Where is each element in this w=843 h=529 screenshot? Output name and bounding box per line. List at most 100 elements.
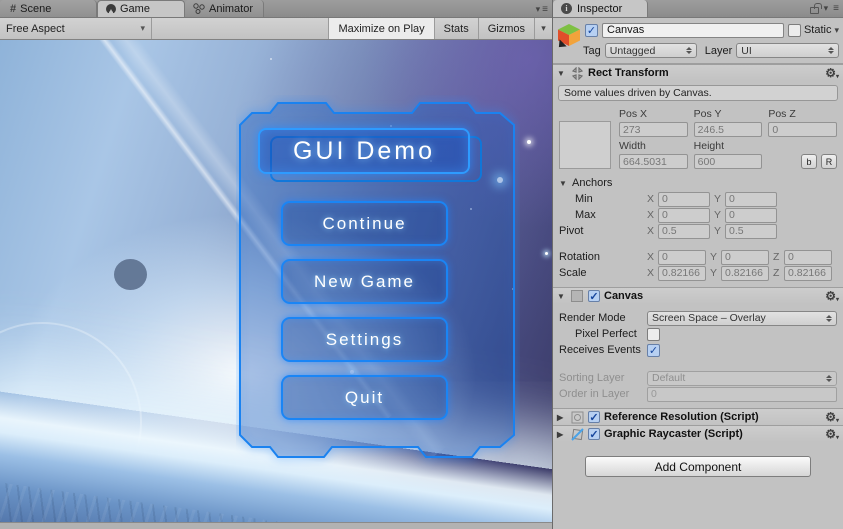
layer-value: UI: [741, 45, 824, 57]
pivot-x-field[interactable]: 0.5: [658, 224, 710, 239]
pos-z-field[interactable]: 0: [768, 122, 837, 137]
tab-scene[interactable]: # Scene: [0, 0, 97, 17]
inspector-caret-icon[interactable]: ▾: [824, 3, 829, 14]
dropdown-arrows-icon: [686, 47, 692, 54]
raw-edit-mode-button[interactable]: R: [821, 154, 837, 169]
min-x-field[interactable]: 0: [658, 192, 710, 207]
settings-label: Settings: [326, 330, 403, 350]
gizmos-dropdown[interactable]: Gizmos: [478, 18, 534, 39]
max-y-field[interactable]: 0: [725, 208, 777, 223]
add-component-button[interactable]: Add Component: [585, 456, 811, 477]
name-field[interactable]: Canvas: [602, 23, 784, 38]
canvas-enabled-checkbox[interactable]: ✓: [588, 290, 600, 302]
moon-silhouette: [114, 259, 147, 290]
axis-y-label: Y: [714, 209, 721, 221]
tab-animator-label: Animator: [209, 3, 253, 15]
foldout-closed-icon[interactable]: ▶: [557, 413, 566, 422]
new-game-button[interactable]: New Game: [281, 259, 448, 304]
star: [270, 58, 272, 60]
aspect-dropdown[interactable]: Free Aspect ▾: [0, 18, 152, 39]
tab-game-label: Game: [120, 3, 150, 15]
static-checkbox[interactable]: [788, 24, 801, 37]
layer-dropdown[interactable]: UI: [736, 43, 839, 58]
pos-y-field[interactable]: 246.5: [694, 122, 763, 137]
rect-transform-header[interactable]: ▼ Rect Transform ⚙: [553, 64, 843, 81]
pos-y-label: Pos Y: [694, 107, 763, 120]
driven-values-helpbox: Some values driven by Canvas.: [558, 85, 838, 101]
rotation-row: Rotation X 0 Y 0 Z 0: [553, 249, 843, 265]
active-checkbox[interactable]: ✓: [585, 24, 598, 37]
lock-icon[interactable]: [810, 7, 819, 14]
rotation-x-field[interactable]: 0: [658, 250, 706, 265]
foldout-closed-icon[interactable]: ▶: [557, 430, 566, 439]
menu-title-box: GUI Demo: [258, 128, 470, 174]
scale-z-field[interactable]: 0.82166: [784, 266, 832, 281]
order-in-layer-row: Order in Layer 0: [553, 386, 843, 402]
anchors-foldout[interactable]: ▼ Anchors: [553, 175, 843, 191]
rotation-y-field[interactable]: 0: [721, 250, 769, 265]
max-x-field[interactable]: 0: [658, 208, 710, 223]
tab-game[interactable]: Game: [97, 0, 185, 17]
anchors-label: Anchors: [572, 177, 612, 189]
tag-label: Tag: [583, 45, 601, 57]
pos-x-field[interactable]: 273: [619, 122, 688, 137]
render-mode-dropdown[interactable]: Screen Space – Overlay: [647, 311, 837, 326]
new-game-label: New Game: [314, 272, 415, 292]
graphic-raycaster-header[interactable]: ▶ ✓ Graphic Raycaster (Script) ⚙: [553, 425, 843, 442]
quit-button[interactable]: Quit: [281, 375, 448, 420]
width-field[interactable]: 664.5031: [619, 154, 688, 169]
min-y-field[interactable]: 0: [725, 192, 777, 207]
receives-events-checkbox[interactable]: ✓: [647, 344, 660, 357]
scene-grid-icon: #: [10, 3, 16, 15]
gameobject-cube-icon[interactable]: [557, 23, 581, 47]
gear-icon[interactable]: ⚙: [825, 427, 839, 441]
tag-value: Untagged: [610, 45, 682, 57]
axis-y-label: Y: [710, 251, 717, 263]
pivot-y-field[interactable]: 0.5: [725, 224, 777, 239]
canvas-component-header[interactable]: ▼ ✓ Canvas ⚙: [553, 287, 843, 304]
tab-inspector[interactable]: i Inspector: [553, 0, 648, 17]
canvas-component-title: Canvas: [604, 290, 643, 302]
height-field[interactable]: 600: [694, 154, 763, 169]
graphic-raycaster-enabled-checkbox[interactable]: ✓: [588, 428, 600, 440]
gizmos-caret-button[interactable]: ▾: [534, 18, 552, 39]
tab-animator[interactable]: Animator: [185, 0, 264, 17]
continue-button[interactable]: Continue: [281, 201, 448, 246]
scale-y-field[interactable]: 0.82166: [721, 266, 769, 281]
scale-x-field[interactable]: 0.82166: [658, 266, 706, 281]
menu-title: GUI Demo: [293, 137, 435, 166]
blueprint-mode-button[interactable]: b: [801, 154, 817, 169]
gear-icon[interactable]: ⚙: [825, 66, 839, 80]
game-toolbar: Free Aspect ▾ Maximize on Play Stats Giz…: [0, 18, 552, 40]
pixel-perfect-checkbox[interactable]: [647, 328, 660, 341]
graphic-raycaster-icon: [570, 427, 584, 441]
axis-z-label: Z: [773, 251, 780, 263]
sorting-layer-value: Default: [652, 372, 822, 384]
axis-x-label: X: [647, 267, 654, 279]
aspect-caret-icon: ▾: [140, 23, 145, 34]
gear-icon[interactable]: ⚙: [825, 289, 839, 303]
tag-dropdown[interactable]: Untagged: [605, 43, 697, 58]
static-caret-icon[interactable]: ▾: [834, 25, 839, 36]
continue-label: Continue: [322, 214, 406, 234]
settings-button[interactable]: Settings: [281, 317, 448, 362]
name-value: Canvas: [607, 24, 644, 36]
anchor-min-row: Min X 0 Y 0: [553, 191, 843, 207]
game-panel-menu[interactable]: ▾ ≡: [536, 4, 548, 15]
maximize-on-play-button[interactable]: Maximize on Play: [328, 18, 433, 39]
stats-button[interactable]: Stats: [434, 18, 478, 39]
foldout-open-icon[interactable]: ▼: [557, 69, 566, 78]
reference-resolution-header[interactable]: ▶ ✓ Reference Resolution (Script) ⚙: [553, 408, 843, 425]
axis-x-label: X: [647, 251, 654, 263]
anchor-preview[interactable]: [559, 121, 611, 169]
tab-inspector-label: Inspector: [577, 3, 622, 15]
game-panel: # Scene Game Animator ▾ ≡ Free Aspect ▾: [0, 0, 553, 529]
inspector-menu-icon[interactable]: ≡: [833, 3, 839, 14]
star: [545, 252, 548, 255]
foldout-open-icon[interactable]: ▼: [557, 292, 566, 301]
gear-icon[interactable]: ⚙: [825, 410, 839, 424]
animator-icon: [193, 3, 205, 14]
reference-resolution-enabled-checkbox[interactable]: ✓: [588, 411, 600, 423]
rotation-z-field[interactable]: 0: [784, 250, 832, 265]
reference-resolution-icon: [570, 410, 584, 424]
